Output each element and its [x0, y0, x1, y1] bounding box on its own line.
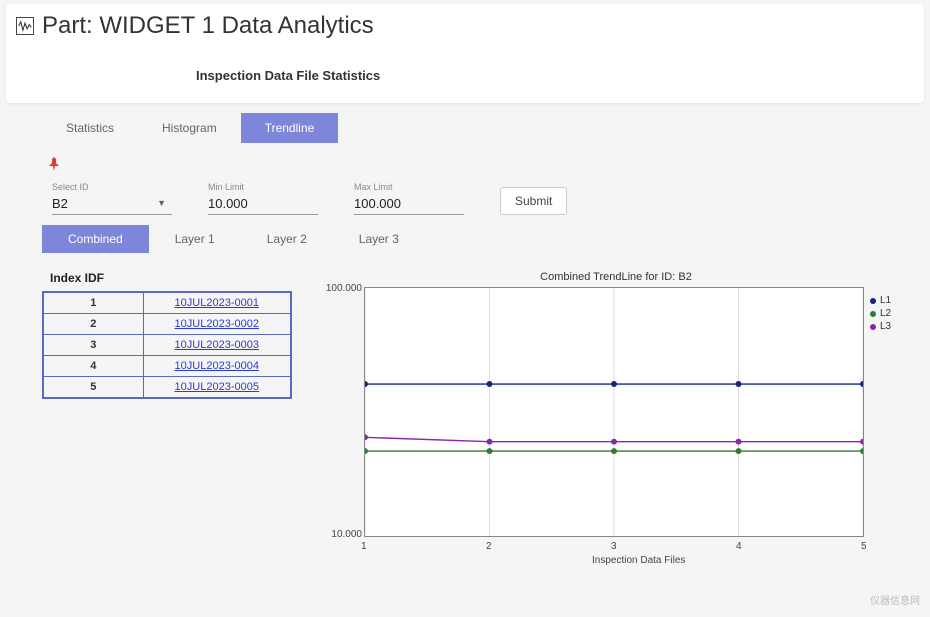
page-subtitle: Inspection Data File Statistics [196, 68, 914, 83]
legend-item: L1 [870, 295, 891, 306]
min-limit-input[interactable] [208, 194, 318, 215]
pin-icon[interactable] [48, 157, 910, 176]
max-limit-input[interactable] [354, 194, 464, 215]
x-tick: 5 [861, 541, 867, 552]
legend-dot-icon [870, 324, 876, 330]
legend-label: L2 [880, 308, 891, 319]
idf-link[interactable]: 10JUL2023-0005 [175, 381, 259, 393]
row-index: 3 [43, 335, 143, 356]
legend: L1 L2 L3 [870, 295, 891, 334]
y-tick-min: 10.000 [331, 529, 362, 540]
layer-tab-combined[interactable]: Combined [42, 225, 149, 253]
table-row: 3 10JUL2023-0003 [43, 335, 291, 356]
table-row: 1 10JUL2023-0001 [43, 292, 291, 314]
index-table: 1 10JUL2023-0001 2 10JUL2023-0002 3 10JUL2023… [42, 291, 292, 399]
legend-dot-icon [870, 298, 876, 304]
layer-tab-1[interactable]: Layer 1 [149, 225, 241, 253]
idf-link[interactable]: 10JUL2023-0001 [175, 297, 259, 309]
main-tabs: Statistics Histogram Trendline [42, 113, 910, 143]
x-tick: 2 [486, 541, 492, 552]
controls-row: Select ID B2 Min Limit Max Limit Submit [52, 182, 910, 215]
table-row: 4 10JUL2023-0004 [43, 356, 291, 377]
x-tick: 4 [736, 541, 742, 552]
row-index: 4 [43, 356, 143, 377]
tab-histogram[interactable]: Histogram [138, 113, 241, 143]
table-row: 5 10JUL2023-0005 [43, 377, 291, 399]
chart-title: Combined TrendLine for ID: B2 [322, 271, 910, 283]
plot-box [364, 287, 864, 537]
idf-link[interactable]: 10JUL2023-0002 [175, 318, 259, 330]
layer-tab-2[interactable]: Layer 2 [241, 225, 333, 253]
tab-trendline[interactable]: Trendline [241, 113, 339, 143]
idf-link[interactable]: 10JUL2023-0004 [175, 360, 259, 372]
row-index: 2 [43, 314, 143, 335]
legend-dot-icon [870, 311, 876, 317]
submit-button[interactable]: Submit [500, 187, 567, 215]
index-table-heading: Index IDF [50, 271, 302, 285]
x-tick: 3 [611, 541, 617, 552]
layer-tab-3[interactable]: Layer 3 [333, 225, 425, 253]
x-axis-label: Inspection Data Files [592, 555, 685, 566]
legend-label: L1 [880, 295, 891, 306]
layer-tabs: Combined Layer 1 Layer 2 Layer 3 [42, 225, 910, 253]
idf-link[interactable]: 10JUL2023-0003 [175, 339, 259, 351]
header-card: Part: WIDGET 1 Data Analytics Inspection… [6, 4, 924, 103]
y-tick-max: 100.000 [326, 283, 362, 294]
select-id-dropdown[interactable]: B2 [52, 194, 172, 215]
tab-statistics[interactable]: Statistics [42, 113, 138, 143]
legend-item: L3 [870, 321, 891, 332]
page-title: Part: WIDGET 1 Data Analytics [42, 12, 374, 40]
row-index: 5 [43, 377, 143, 399]
max-limit-label: Max Limit [354, 182, 464, 192]
legend-label: L3 [880, 321, 891, 332]
min-limit-label: Min Limit [208, 182, 318, 192]
x-tick: 1 [361, 541, 367, 552]
watermark: 仪器信息网 [870, 592, 920, 607]
table-row: 2 10JUL2023-0002 [43, 314, 291, 335]
row-index: 1 [43, 292, 143, 314]
app-logo-icon [16, 17, 34, 35]
legend-item: L2 [870, 308, 891, 319]
select-id-label: Select ID [52, 182, 172, 192]
chart-area: 100.000 10.000 Inspection Data Files L1L… [322, 287, 902, 567]
